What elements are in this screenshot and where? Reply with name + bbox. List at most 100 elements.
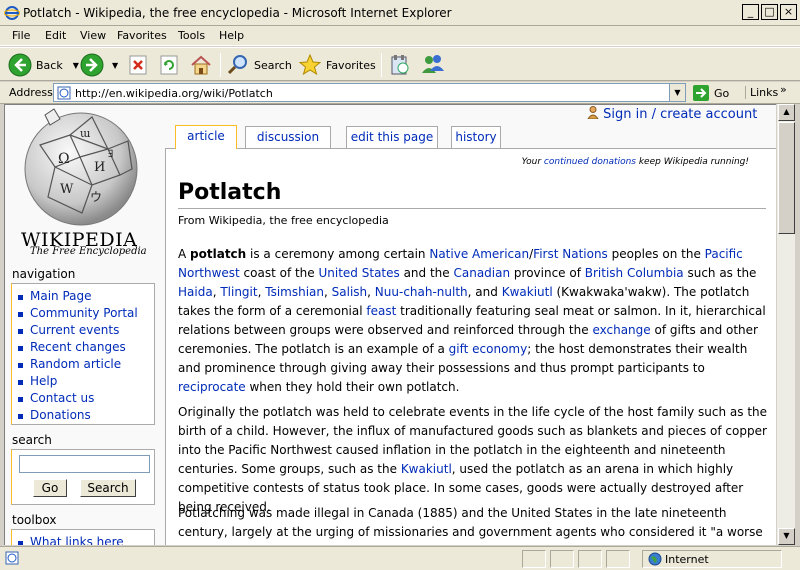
article-paragraph-2: Originally the potlatch was held to cele… — [178, 405, 768, 514]
tab-edit[interactable]: edit this page — [346, 126, 438, 148]
go-button[interactable]: Go — [692, 83, 729, 103]
link-nuu-chah-nulth[interactable]: Nuu-chah-nulth — [375, 285, 468, 299]
window-title: Potlatch - Wikipedia, the free encyclope… — [23, 6, 452, 20]
link-feast[interactable]: feast — [366, 304, 396, 318]
wiki-search-button[interactable]: Search — [80, 479, 136, 497]
url-text: http://en.wikipedia.org/wiki/Potlatch — [75, 87, 273, 100]
back-dropdown-icon[interactable]: ▼ — [73, 61, 79, 70]
link-tlingit[interactable]: Tlingit — [220, 285, 257, 299]
vertical-scrollbar[interactable]: ▲ ▼ — [776, 104, 795, 545]
back-button[interactable]: Back ▼ — [8, 52, 79, 78]
link-kwakiutl[interactable]: Kwakiutl — [502, 285, 553, 299]
scroll-down-icon[interactable]: ▼ — [778, 528, 795, 545]
nav-item-help[interactable]: Help — [18, 373, 154, 390]
article-paragraph-3: Potlatching was made illegal in Canada (… — [178, 506, 763, 545]
standard-toolbar: Back ▼ ▼ Search Favorites — [0, 47, 800, 81]
minimize-button[interactable]: _ — [742, 4, 759, 20]
nav-item-main-page[interactable]: Main Page — [18, 288, 154, 305]
internet-zone-icon — [648, 552, 662, 566]
toolbox-item-what-links-here[interactable]: What links here — [18, 534, 154, 545]
tab-discussion[interactable]: discussion — [245, 126, 331, 148]
svg-text:Ω: Ω — [58, 151, 70, 167]
article-content: Your continued donations keep Wikipedia … — [165, 148, 776, 545]
refresh-button[interactable] — [158, 52, 180, 78]
scroll-up-icon[interactable]: ▲ — [778, 104, 795, 121]
go-arrow-icon — [693, 85, 709, 101]
messenger-icon — [422, 55, 444, 73]
browser-viewport: Ω И W ウ ɯ ∃ WIKIPEDIA The Free Encyclope… — [4, 104, 776, 545]
menu-favorites[interactable]: Favorites — [117, 29, 167, 42]
svg-text:И: И — [94, 160, 105, 175]
menu-view[interactable]: View — [80, 29, 106, 42]
home-button[interactable] — [189, 52, 213, 78]
wikipedia-logo[interactable]: Ω И W ウ ɯ ∃ WIKIPEDIA The Free Encyclope… — [7, 105, 157, 265]
site-notice: Your continued donations keep Wikipedia … — [521, 157, 749, 167]
link-united-states[interactable]: United States — [319, 266, 400, 280]
search-portlet: Go Search — [11, 449, 155, 505]
article-paragraph-1: A potlatch is a ceremony among certain N… — [178, 247, 766, 394]
tab-history[interactable]: history — [451, 126, 501, 148]
menu-help[interactable]: Help — [219, 29, 244, 42]
svg-text:W: W — [60, 182, 74, 197]
history-button[interactable] — [388, 52, 412, 78]
nav-item-contact-us[interactable]: Contact us — [18, 390, 154, 407]
user-links[interactable]: Sign in / create account — [587, 106, 757, 122]
link-canadian[interactable]: Canadian — [453, 266, 510, 280]
wiki-search-input[interactable] — [19, 455, 150, 473]
address-input[interactable]: http://en.wikipedia.org/wiki/Potlatch ▼ — [53, 83, 686, 102]
history-icon — [391, 55, 409, 75]
wiki-go-button[interactable]: Go — [33, 479, 67, 497]
link-kwakiutl-2[interactable]: Kwakiutl — [401, 462, 452, 476]
forward-arrow-icon — [80, 53, 104, 77]
title-bar: Potlatch - Wikipedia, the free encyclope… — [0, 0, 800, 26]
tab-article[interactable]: article — [175, 125, 237, 149]
link-salish[interactable]: Salish — [332, 285, 368, 299]
menu-file[interactable]: File — [12, 29, 30, 42]
forward-dropdown-icon[interactable]: ▼ — [112, 61, 118, 70]
link-gift-economy[interactable]: gift economy — [449, 342, 528, 356]
stop-button[interactable] — [127, 52, 149, 78]
stop-icon — [129, 55, 147, 75]
heading-divider — [178, 208, 766, 209]
status-bar: Internet — [0, 546, 800, 570]
favorites-button[interactable]: Favorites — [298, 52, 376, 78]
links-button[interactable]: Links — [745, 86, 778, 99]
nav-item-current-events[interactable]: Current events — [18, 322, 154, 339]
donations-link[interactable]: continued donations — [544, 157, 636, 167]
link-native-american[interactable]: Native American — [429, 247, 529, 261]
sign-in-link[interactable]: Sign in / create account — [603, 107, 757, 122]
link-haida[interactable]: Haida — [178, 285, 213, 299]
back-arrow-icon — [8, 53, 32, 77]
link-british-columbia[interactable]: British Columbia — [585, 266, 684, 280]
messenger-button[interactable] — [420, 52, 446, 78]
link-tsimshian[interactable]: Tsimshian — [265, 285, 324, 299]
link-reciprocate[interactable]: reciprocate — [178, 380, 246, 394]
link-exchange[interactable]: exchange — [592, 323, 650, 337]
scroll-thumb[interactable] — [778, 122, 795, 234]
nav-item-recent-changes[interactable]: Recent changes — [18, 339, 154, 356]
site-subtitle: From Wikipedia, the free encyclopedia — [178, 214, 389, 227]
search-heading: search — [12, 433, 52, 447]
address-label: Address — [9, 86, 53, 99]
address-dropdown-icon[interactable]: ▼ — [669, 84, 685, 101]
nav-item-donations[interactable]: Donations — [18, 407, 154, 424]
wikipedia-tagline: The Free Encyclopedia — [30, 246, 147, 257]
links-chevron-icon[interactable]: » — [780, 83, 787, 96]
toolbox-portlet: What links here — [11, 529, 155, 545]
svg-text:∃: ∃ — [108, 149, 113, 160]
menu-tools[interactable]: Tools — [178, 29, 205, 42]
address-bar: Address http://en.wikipedia.org/wiki/Pot… — [0, 82, 800, 104]
page-status-icon — [5, 551, 19, 565]
user-icon — [587, 106, 599, 120]
menu-edit[interactable]: Edit — [45, 29, 66, 42]
nav-item-community-portal[interactable]: Community Portal — [18, 305, 154, 322]
toolbox-heading: toolbox — [12, 513, 57, 527]
link-first-nations[interactable]: First Nations — [533, 247, 608, 261]
maximize-button[interactable]: □ — [761, 4, 778, 20]
security-zone: Internet — [665, 553, 709, 566]
forward-button[interactable]: ▼ — [80, 52, 118, 78]
wikipedia-globe-icon: Ω И W ウ ɯ ∃ — [24, 108, 138, 226]
search-button[interactable]: Search — [226, 52, 292, 78]
close-button[interactable]: × — [780, 4, 797, 20]
nav-item-random-article[interactable]: Random article — [18, 356, 154, 373]
